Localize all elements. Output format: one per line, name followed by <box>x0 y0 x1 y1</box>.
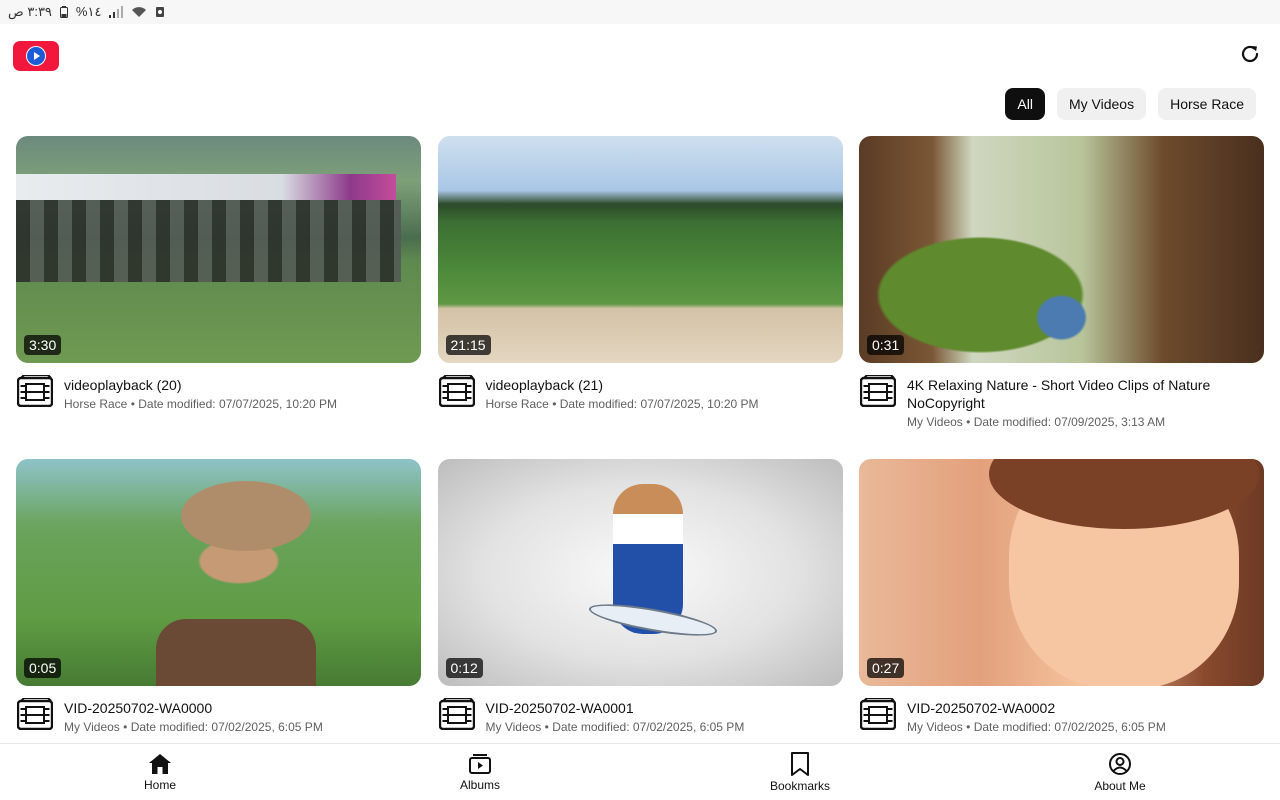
signal-icon <box>109 6 124 18</box>
film-icon <box>438 698 476 732</box>
film-icon <box>16 375 54 409</box>
video-album: Horse Race <box>485 397 549 411</box>
video-title: videoplayback (21) <box>485 377 604 393</box>
video-title: videoplayback (20) <box>64 377 182 393</box>
nav-albums[interactable]: Albums <box>320 744 640 800</box>
filter-chip-my-videos[interactable]: My Videos <box>1056 88 1147 120</box>
video-title: 4K Relaxing Nature - Short Video Clips o… <box>907 377 1211 411</box>
film-icon <box>859 698 897 732</box>
video-date: Date modified: 07/02/2025, 6:05 PM <box>973 720 1166 734</box>
meta-separator: • <box>541 720 553 734</box>
video-duration: 21:15 <box>445 335 491 355</box>
video-grid: 3:30 videoplayback (20) Horse Race • Dat… <box>16 136 1264 782</box>
account-icon <box>1109 752 1131 775</box>
thumbnail-graphic <box>16 200 401 282</box>
video-meta: My Videos • Date modified: 07/09/2025, 3… <box>907 415 1264 429</box>
refresh-icon <box>1241 45 1259 63</box>
nav-label: About Me <box>1094 778 1146 793</box>
video-card[interactable]: 3:30 videoplayback (20) Horse Race • Dat… <box>16 136 421 459</box>
video-meta: My Videos • Date modified: 07/02/2025, 6… <box>907 720 1166 734</box>
video-thumbnail[interactable]: 0:31 <box>859 136 1264 363</box>
video-thumbnail[interactable]: 3:30 <box>16 136 421 363</box>
video-duration: 0:31 <box>867 335 905 355</box>
albums-icon <box>469 753 491 774</box>
video-thumbnail[interactable]: 21:15 <box>437 136 843 363</box>
notification-icon <box>155 6 165 18</box>
meta-separator: • <box>962 720 974 734</box>
video-album: My Videos <box>907 415 963 429</box>
filter-chip-horse-race[interactable]: Horse Race <box>1158 88 1256 120</box>
nav-label: Bookmarks <box>769 778 831 793</box>
video-card[interactable]: 0:12 VID-20250702-WA0001 My Videos • Dat… <box>437 459 843 782</box>
video-album: Horse Race <box>64 397 128 411</box>
status-bar: ٣:٣٩ ص %١٤ <box>0 0 1280 24</box>
video-thumbnail[interactable]: 0:27 <box>859 459 1264 686</box>
chip-label: My Videos <box>1068 96 1135 112</box>
nav-bookmarks[interactable]: Bookmarks <box>640 744 960 800</box>
bookmark-icon <box>791 751 809 776</box>
filter-chips: All My Videos Horse Race <box>1005 88 1256 120</box>
battery-percent: %١٤ <box>75 4 102 19</box>
video-thumbnail[interactable]: 0:05 <box>16 459 421 686</box>
video-card[interactable]: 0:05 VID-20250702-WA0000 My Videos • Dat… <box>16 459 421 782</box>
film-icon <box>859 375 897 409</box>
wifi-icon <box>131 6 147 18</box>
status-time: ٣:٣٩ ص <box>8 4 52 19</box>
nav-about-me[interactable]: About Me <box>960 744 1280 800</box>
chip-label: All <box>1017 96 1033 112</box>
nav-label: Albums <box>459 777 500 792</box>
video-meta: My Videos • Date modified: 07/02/2025, 6… <box>486 720 745 734</box>
video-card[interactable]: 0:27 VID-20250702-WA0002 My Videos • Dat… <box>859 459 1264 782</box>
video-duration: 0:27 <box>867 658 905 678</box>
video-album: My Videos <box>64 720 120 734</box>
video-date: Date modified: 07/09/2025, 3:13 AM <box>973 415 1166 429</box>
video-date: Date modified: 07/02/2025, 6:05 PM <box>130 720 323 734</box>
video-title: VID-20250702-WA0001 <box>485 700 634 716</box>
film-icon <box>438 375 476 409</box>
battery-icon <box>59 6 68 18</box>
video-date: Date modified: 07/02/2025, 6:05 PM <box>552 720 745 734</box>
video-album: My Videos <box>485 720 542 734</box>
meta-separator: • <box>119 720 131 734</box>
thumbnail-graphic <box>181 481 311 551</box>
video-card[interactable]: 21:15 videoplayback (21) Horse Race • Da… <box>437 136 843 459</box>
chip-label: Horse Race <box>1170 96 1244 112</box>
video-date: Date modified: 07/07/2025, 10:20 PM <box>138 397 338 411</box>
film-icon <box>16 698 54 732</box>
app-logo <box>13 41 59 71</box>
play-icon <box>26 46 46 66</box>
video-meta: My Videos • Date modified: 07/02/2025, 6… <box>64 720 323 734</box>
video-thumbnail[interactable]: 0:12 <box>437 459 843 686</box>
refresh-button[interactable] <box>1236 40 1264 68</box>
bottom-navigation: Home Albums Bookmarks About Me <box>0 743 1280 800</box>
home-icon <box>149 753 171 774</box>
video-title: VID-20250702-WA0002 <box>907 700 1056 716</box>
video-album: My Videos <box>907 720 963 734</box>
video-meta: Horse Race • Date modified: 07/07/2025, … <box>486 397 759 411</box>
video-duration: 0:05 <box>24 658 62 678</box>
video-title: VID-20250702-WA0000 <box>64 700 213 716</box>
video-date: Date modified: 07/07/2025, 10:20 PM <box>559 397 759 411</box>
meta-separator: • <box>548 397 560 411</box>
video-duration: 3:30 <box>24 335 62 355</box>
thumbnail-graphic <box>156 619 316 686</box>
video-meta: Horse Race • Date modified: 07/07/2025, … <box>64 397 337 411</box>
filter-chip-all[interactable]: All <box>1005 88 1045 120</box>
nav-home[interactable]: Home <box>0 744 320 800</box>
meta-separator: • <box>962 415 974 429</box>
thumbnail-graphic <box>16 174 396 200</box>
meta-separator: • <box>127 397 139 411</box>
video-card[interactable]: 0:31 4K Relaxing Nature - Short Video Cl… <box>859 136 1264 459</box>
video-duration: 0:12 <box>445 658 483 678</box>
nav-label: Home <box>143 777 176 792</box>
